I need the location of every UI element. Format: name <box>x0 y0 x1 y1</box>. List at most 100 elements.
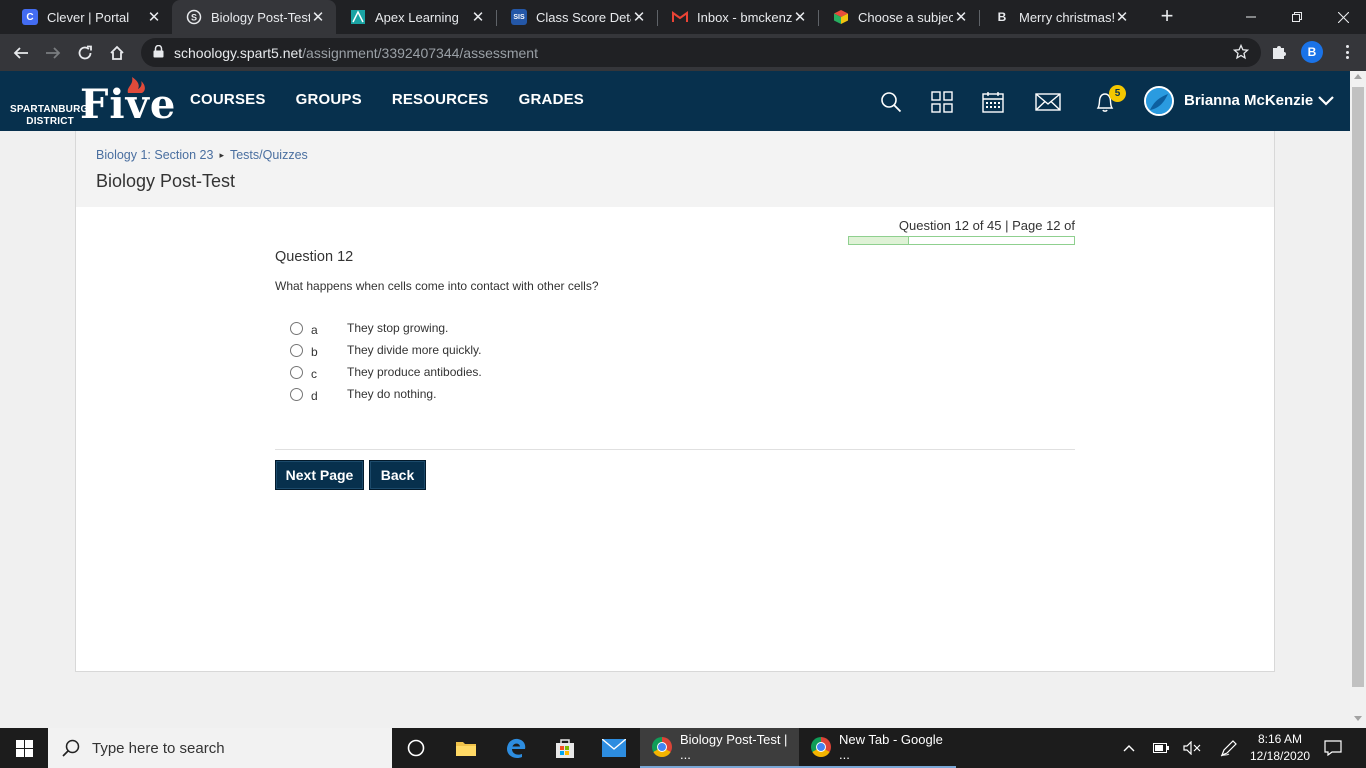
minimize-button[interactable] <box>1228 0 1274 34</box>
restore-button[interactable] <box>1274 0 1320 34</box>
action-center-icon[interactable] <box>1322 728 1344 768</box>
clock-time: 8:16 AM <box>1257 732 1303 746</box>
address-bar[interactable]: schoology.spart5.net/assignment/33924073… <box>141 38 1261 67</box>
lock-icon[interactable] <box>153 44 164 61</box>
main-nav: COURSES GROUPS RESOURCES GRADES <box>190 91 584 108</box>
radio-button[interactable] <box>290 343 303 357</box>
page-header: Biology 1: Section 23 ▸ Tests/Quizzes Bi… <box>76 131 1274 207</box>
browser-tab-choose-subject[interactable]: Choose a subject, ✕ <box>819 0 979 34</box>
new-tab-button[interactable]: + <box>1155 5 1179 29</box>
nav-courses[interactable]: COURSES <box>190 91 266 108</box>
browser-tab-clever[interactable]: C Clever | Portal ✕ <box>8 0 172 34</box>
next-page-button[interactable]: Next Page <box>275 460 364 490</box>
close-icon[interactable]: ✕ <box>792 8 808 26</box>
nav-grades[interactable]: GRADES <box>519 91 584 108</box>
taskbar-clock[interactable]: 8:16 AM 12/18/2020 <box>1250 731 1310 765</box>
apex-icon <box>350 9 366 25</box>
schoology-icon: S <box>186 9 202 25</box>
svg-text:S: S <box>191 13 197 23</box>
file-explorer-icon[interactable] <box>442 728 490 768</box>
windows-start-icon[interactable] <box>0 728 48 768</box>
close-icon[interactable]: ✕ <box>146 8 162 26</box>
assessment-container: Biology 1: Section 23 ▸ Tests/Quizzes Bi… <box>75 131 1275 672</box>
mail-icon[interactable] <box>1035 89 1061 115</box>
reload-icon[interactable] <box>72 40 98 66</box>
windows-taskbar: Type here to search Biology Post-Test | … <box>0 728 1366 768</box>
question-text: What happens when cells come into contac… <box>275 279 599 293</box>
tray-chevron-up-icon[interactable] <box>1118 728 1140 768</box>
logo-big-text: Five <box>80 81 177 128</box>
clock-date: 12/18/2020 <box>1250 749 1311 763</box>
url-text: schoology.spart5.net/assignment/33924073… <box>174 44 538 61</box>
radio-button[interactable] <box>290 387 303 401</box>
taskbar-search-placeholder: Type here to search <box>92 739 225 757</box>
browser-tab-sis[interactable]: SIS Class Score Detail ✕ <box>497 0 657 34</box>
taskbar-app-biology[interactable]: Biology Post-Test | ... <box>640 728 799 768</box>
close-icon[interactable]: ✕ <box>310 8 326 26</box>
answer-option-a[interactable]: a They stop growing. <box>290 317 482 339</box>
radio-button[interactable] <box>290 321 303 335</box>
search-icon[interactable] <box>878 89 904 115</box>
search-icon <box>62 739 80 757</box>
nav-groups[interactable]: GROUPS <box>296 91 362 108</box>
cortana-icon[interactable] <box>392 728 440 768</box>
back-arrow-icon[interactable] <box>8 40 34 66</box>
close-icon[interactable]: ✕ <box>1114 8 1130 26</box>
answer-options: a They stop growing. b They divide more … <box>290 317 482 405</box>
bookmark-star-icon[interactable] <box>1232 43 1250 63</box>
volume-muted-icon[interactable] <box>1181 728 1203 768</box>
scroll-down-arrow-icon[interactable] <box>1354 716 1362 721</box>
nav-resources[interactable]: RESOURCES <box>392 91 489 108</box>
scroll-thumb[interactable] <box>1352 87 1364 687</box>
scroll-up-arrow-icon[interactable] <box>1354 74 1362 79</box>
question-title: Question 12 <box>275 249 354 265</box>
close-window-button[interactable] <box>1320 0 1366 34</box>
gmail-icon <box>672 9 688 25</box>
chrome-icon <box>811 737 831 757</box>
home-icon[interactable] <box>104 40 130 66</box>
clever-icon: C <box>22 9 38 25</box>
answer-option-b[interactable]: b They divide more quickly. <box>290 339 482 361</box>
browser-tab-apex[interactable]: Apex Learning ✕ <box>336 0 496 34</box>
edge-icon[interactable] <box>492 728 540 768</box>
user-name[interactable]: Brianna McKenzie <box>1184 92 1313 109</box>
mail-app-icon[interactable] <box>590 728 638 768</box>
forward-arrow-icon[interactable] <box>40 40 66 66</box>
browser-menu-icon[interactable] <box>1339 43 1355 61</box>
breadcrumb-separator: ▸ <box>219 149 224 160</box>
answer-option-c[interactable]: c They produce antibodies. <box>290 361 482 383</box>
breadcrumb: Biology 1: Section 23 ▸ Tests/Quizzes <box>96 148 308 162</box>
progress-bar <box>848 236 1075 245</box>
chrome-icon <box>652 737 672 757</box>
district-logo[interactable]: SPARTANBURG DISTRICT Five <box>10 77 175 129</box>
progress-bar-fill <box>849 237 910 244</box>
profile-avatar-button[interactable]: B <box>1301 41 1323 63</box>
apps-grid-icon[interactable] <box>929 89 955 115</box>
pen-icon[interactable] <box>1218 728 1240 768</box>
battery-icon[interactable] <box>1150 728 1172 768</box>
browser-tab-gmail[interactable]: Inbox - bmckenzie ✕ <box>658 0 818 34</box>
chevron-down-icon[interactable] <box>1318 96 1334 106</box>
page-title: Biology Post-Test <box>96 171 236 191</box>
notification-count-badge: 5 <box>1109 85 1126 102</box>
close-icon[interactable]: ✕ <box>470 8 486 26</box>
extensions-puzzle-icon[interactable] <box>1270 43 1288 64</box>
browser-toolbar: schoology.spart5.net/assignment/33924073… <box>0 34 1366 71</box>
page-scrollbar[interactable] <box>1350 71 1366 728</box>
calendar-icon[interactable] <box>980 89 1006 115</box>
close-icon[interactable]: ✕ <box>631 8 647 26</box>
store-icon[interactable] <box>541 728 589 768</box>
breadcrumb-course-link[interactable]: Biology 1: Section 23 <box>96 148 213 162</box>
taskbar-search-box[interactable]: Type here to search <box>48 728 392 768</box>
back-button[interactable]: Back <box>369 460 426 490</box>
browser-tab-biology[interactable]: S Biology Post-Test | ✕ <box>172 0 336 34</box>
close-icon[interactable]: ✕ <box>953 8 969 26</box>
browser-tab-brainly[interactable]: B Merry christmas! A ✕ <box>980 0 1140 34</box>
taskbar-app-new-tab[interactable]: New Tab - Google ... <box>799 728 956 768</box>
cube-icon <box>833 9 849 25</box>
user-avatar[interactable] <box>1144 86 1174 116</box>
brainly-icon: B <box>997 10 1007 24</box>
answer-option-d[interactable]: d They do nothing. <box>290 383 482 405</box>
radio-button[interactable] <box>290 365 303 379</box>
breadcrumb-tests-link[interactable]: Tests/Quizzes <box>230 148 308 162</box>
